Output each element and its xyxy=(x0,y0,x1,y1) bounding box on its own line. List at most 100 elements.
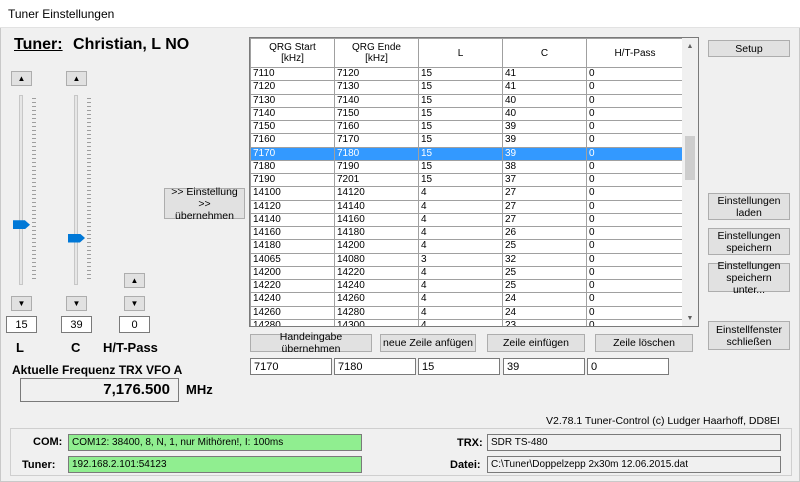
cell-qrg-ende[interactable]: 7190 xyxy=(334,160,419,175)
l-up-button[interactable]: ▲ xyxy=(11,71,32,86)
table-row[interactable]: 14160 14180 4 26 0 xyxy=(250,226,684,241)
cell-c[interactable]: 41 xyxy=(502,80,587,95)
cell-ht-pass[interactable]: 0 xyxy=(586,133,684,148)
cell-c[interactable]: 25 xyxy=(502,266,587,281)
cell-c[interactable]: 40 xyxy=(502,94,587,108)
c-down-button[interactable]: ▼ xyxy=(66,296,87,311)
scroll-thumb[interactable] xyxy=(685,136,695,180)
cell-qrg-start[interactable]: 14100 xyxy=(250,186,335,201)
cell-qrg-start[interactable]: 14280 xyxy=(250,319,335,326)
cell-qrg-start[interactable]: 7180 xyxy=(250,160,335,175)
cell-qrg-start[interactable]: 7140 xyxy=(250,107,335,122)
cell-ht-pass[interactable]: 0 xyxy=(586,253,684,267)
table-row[interactable]: 14120 14140 4 27 0 xyxy=(250,200,684,214)
c-slider-track[interactable] xyxy=(74,95,78,285)
column-header-ht-pass[interactable]: H/T-Pass xyxy=(586,38,684,68)
cell-l[interactable]: 15 xyxy=(418,147,503,161)
cell-l[interactable]: 3 xyxy=(418,253,503,267)
transfer-setting-button[interactable]: >> Einstellung >> übernehmen xyxy=(164,186,245,222)
cell-qrg-ende[interactable]: 14200 xyxy=(334,239,419,254)
cell-l[interactable]: 15 xyxy=(418,67,503,82)
cell-qrg-ende[interactable]: 7150 xyxy=(334,107,419,122)
cell-ht-pass[interactable]: 0 xyxy=(586,292,684,307)
table-row[interactable]: 7170 7180 15 39 0 xyxy=(250,147,684,161)
table-row[interactable]: 7180 7190 15 38 0 xyxy=(250,160,684,175)
cell-ht-pass[interactable]: 0 xyxy=(586,147,684,161)
cell-qrg-start[interactable]: 14260 xyxy=(250,306,335,320)
cell-l[interactable]: 4 xyxy=(418,200,503,214)
cell-l[interactable]: 15 xyxy=(418,173,503,188)
table-row[interactable]: 14140 14160 4 27 0 xyxy=(250,213,684,228)
cell-l[interactable]: 4 xyxy=(418,226,503,241)
cell-l[interactable]: 4 xyxy=(418,186,503,201)
cell-qrg-ende[interactable]: 7180 xyxy=(334,147,419,161)
cell-qrg-ende[interactable]: 14180 xyxy=(334,226,419,241)
table-scrollbar[interactable]: ▲ ▼ xyxy=(682,38,698,326)
cell-qrg-ende[interactable]: 14260 xyxy=(334,292,419,307)
cell-l[interactable]: 4 xyxy=(418,213,503,228)
cell-qrg-start[interactable]: 7110 xyxy=(250,67,335,82)
entry-ht-pass[interactable]: 0 xyxy=(587,358,669,375)
entry-qrg-start[interactable]: 7170 xyxy=(250,358,332,375)
entry-l[interactable]: 15 xyxy=(418,358,500,375)
frequency-table[interactable]: QRG Start [kHz] QRG Ende [kHz] L C H/T-P… xyxy=(249,37,699,327)
cell-qrg-start[interactable]: 7160 xyxy=(250,133,335,148)
cell-qrg-start[interactable]: 14180 xyxy=(250,239,335,254)
table-row[interactable]: 14240 14260 4 24 0 xyxy=(250,292,684,307)
table-row[interactable]: 14065 14080 3 32 0 xyxy=(250,253,684,267)
table-row[interactable]: 7160 7170 15 39 0 xyxy=(250,133,684,148)
cell-qrg-start[interactable]: 7130 xyxy=(250,94,335,108)
cell-c[interactable]: 37 xyxy=(502,173,587,188)
c-up-button[interactable]: ▲ xyxy=(66,71,87,86)
cell-c[interactable]: 41 xyxy=(502,67,587,82)
cell-ht-pass[interactable]: 0 xyxy=(586,186,684,201)
cell-qrg-ende[interactable]: 14300 xyxy=(334,319,419,326)
cell-qrg-ende[interactable]: 7120 xyxy=(334,67,419,82)
cell-qrg-ende[interactable]: 7130 xyxy=(334,80,419,95)
cell-ht-pass[interactable]: 0 xyxy=(586,306,684,320)
cell-l[interactable]: 4 xyxy=(418,279,503,294)
cell-l[interactable]: 4 xyxy=(418,306,503,320)
ht-down-button[interactable]: ▼ xyxy=(124,296,145,311)
cell-qrg-ende[interactable]: 14280 xyxy=(334,306,419,320)
cell-qrg-ende[interactable]: 7170 xyxy=(334,133,419,148)
cell-l[interactable]: 15 xyxy=(418,94,503,108)
column-header-qrg-ende[interactable]: QRG Ende [kHz] xyxy=(334,38,419,68)
cell-l[interactable]: 4 xyxy=(418,266,503,281)
einstellungen-speichern-button[interactable]: Einstellungen speichern xyxy=(708,228,790,255)
cell-c[interactable]: 39 xyxy=(502,133,587,148)
table-row[interactable]: 14100 14120 4 27 0 xyxy=(250,186,684,201)
cell-c[interactable]: 26 xyxy=(502,226,587,241)
cell-ht-pass[interactable]: 0 xyxy=(586,107,684,122)
cell-qrg-ende[interactable]: 14120 xyxy=(334,186,419,201)
cell-ht-pass[interactable]: 0 xyxy=(586,319,684,326)
table-row[interactable]: 7190 7201 15 37 0 xyxy=(250,173,684,188)
cell-qrg-start[interactable]: 7120 xyxy=(250,80,335,95)
cell-l[interactable]: 15 xyxy=(418,107,503,122)
cell-qrg-start[interactable]: 14200 xyxy=(250,266,335,281)
cell-qrg-ende[interactable]: 14240 xyxy=(334,279,419,294)
cell-c[interactable]: 27 xyxy=(502,200,587,214)
cell-qrg-start[interactable]: 14160 xyxy=(250,226,335,241)
cell-ht-pass[interactable]: 0 xyxy=(586,279,684,294)
table-row[interactable]: 14280 14300 4 23 0 xyxy=(250,319,684,326)
cell-l[interactable]: 4 xyxy=(418,319,503,326)
cell-ht-pass[interactable]: 0 xyxy=(586,200,684,214)
cell-ht-pass[interactable]: 0 xyxy=(586,239,684,254)
l-slider-track[interactable] xyxy=(19,95,23,285)
cell-qrg-ende[interactable]: 14220 xyxy=(334,266,419,281)
cell-c[interactable]: 25 xyxy=(502,239,587,254)
cell-qrg-start[interactable]: 14140 xyxy=(250,213,335,228)
setup-button[interactable]: Setup xyxy=(708,40,790,57)
ht-value-field[interactable]: 0 xyxy=(119,316,150,333)
cell-ht-pass[interactable]: 0 xyxy=(586,160,684,175)
cell-ht-pass[interactable]: 0 xyxy=(586,173,684,188)
cell-qrg-ende[interactable]: 7140 xyxy=(334,94,419,108)
column-header-l[interactable]: L xyxy=(418,38,503,68)
cell-c[interactable]: 23 xyxy=(502,319,587,326)
l-value-field[interactable]: 15 xyxy=(6,316,37,333)
cell-c[interactable]: 25 xyxy=(502,279,587,294)
cell-ht-pass[interactable]: 0 xyxy=(586,120,684,135)
cell-c[interactable]: 27 xyxy=(502,213,587,228)
entry-c[interactable]: 39 xyxy=(503,358,585,375)
